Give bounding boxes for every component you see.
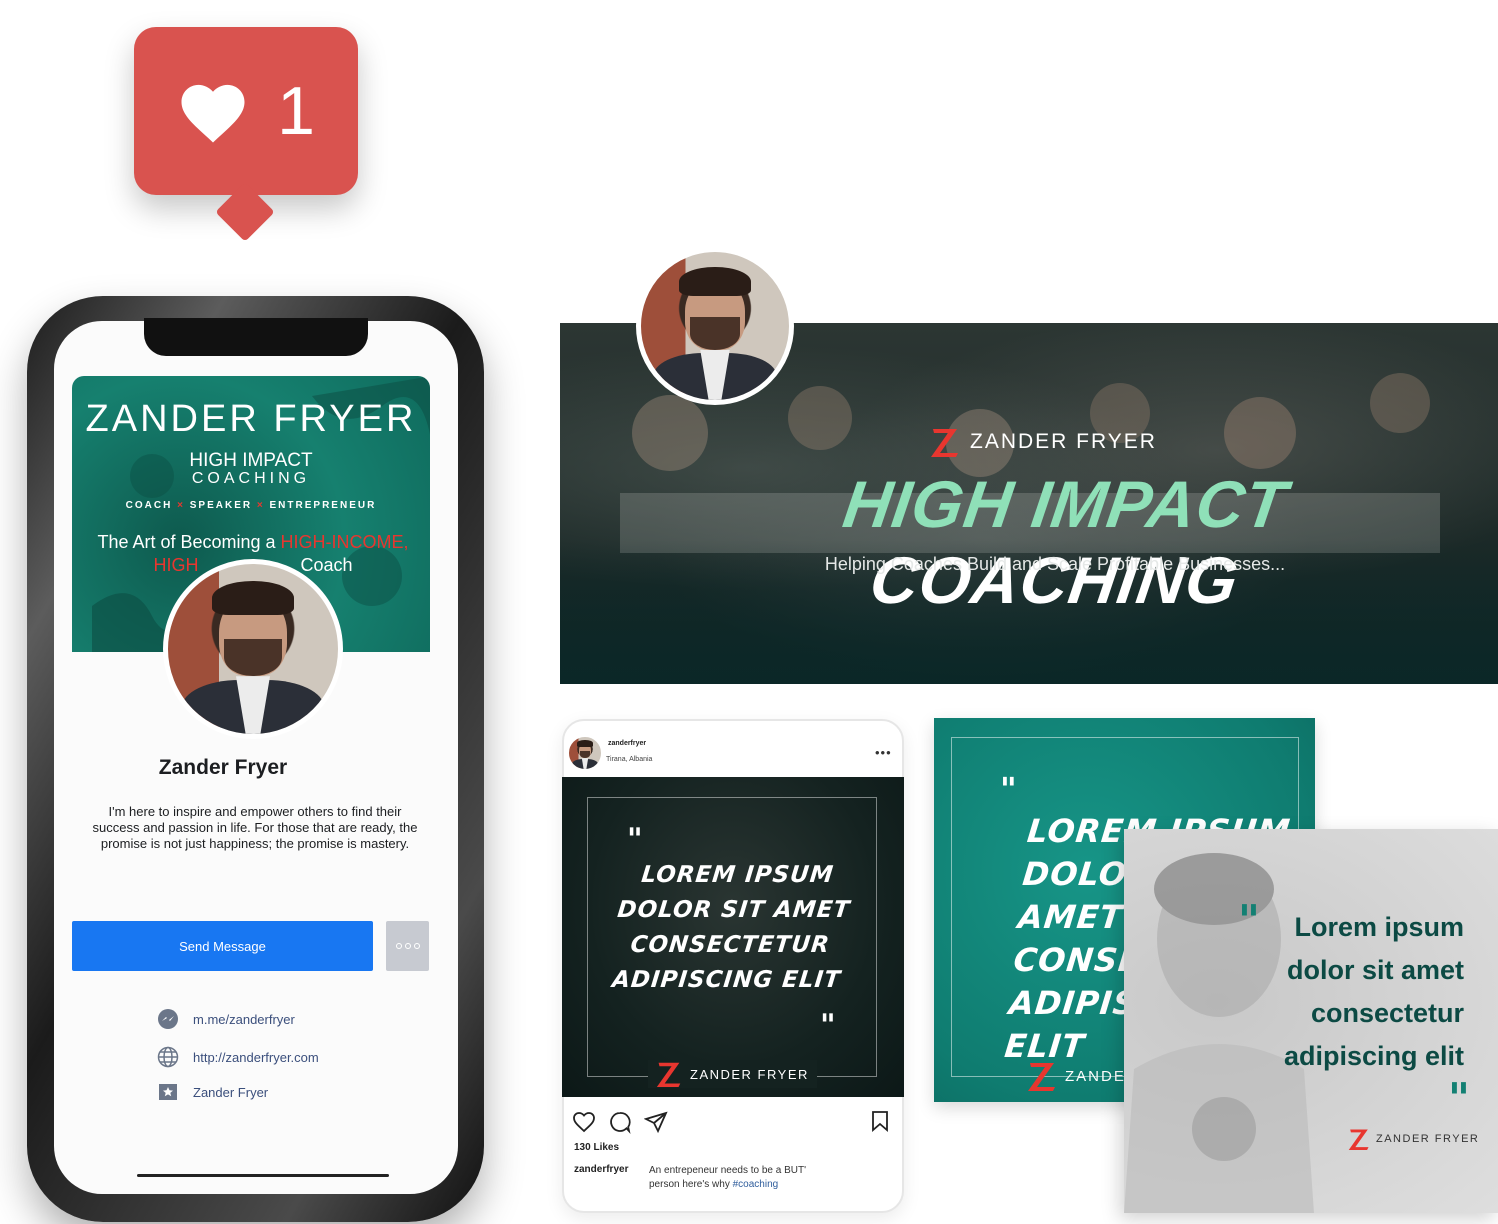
home-indicator (137, 1174, 389, 1177)
more-dot-icon (413, 943, 420, 949)
cover-tagline-highlight: HIGH-INCOME, (280, 532, 409, 552)
instagram-actions (572, 1109, 668, 1135)
z-logo-icon (656, 1062, 681, 1087)
like-notification-bubble: 1 (134, 27, 358, 195)
cover-program-line1: HIGH IMPACT (189, 450, 313, 471)
phone-notch (144, 318, 368, 356)
instagram-post-brand: ZANDER FRYER (648, 1060, 817, 1088)
open-quote-icon: " (627, 822, 643, 857)
cover-tagline-prefix: The Art of Becoming a (97, 532, 281, 552)
cover-tagline-line2-suffix: Coach (300, 555, 353, 575)
cover-tagline-line2-highlight: HIGH (153, 555, 199, 575)
instagram-more-icon[interactable]: ••• (875, 745, 892, 760)
banner-title: HIGH IMPACT COACHING (689, 466, 1430, 618)
instagram-quote-text: LOREM IPSUM DOLOR SIT AMET CONSECTETUR A… (610, 862, 852, 993)
bookmark-icon[interactable] (870, 1110, 890, 1132)
website-link-text[interactable]: http://zanderfryer.com (193, 1050, 319, 1065)
banner-title-highlight: HIGH IMPACT (838, 467, 1292, 541)
cover-role-coach: COACH (125, 500, 173, 511)
messenger-link[interactable]: m.me/zanderfryer (157, 1008, 295, 1030)
instagram-avatar[interactable] (567, 735, 603, 771)
open-quote-icon: " (1000, 770, 1017, 808)
cover-role-speaker: SPEAKER (189, 500, 253, 511)
close-quote-icon: " (820, 1008, 836, 1043)
gray-card-brand: ZANDER FRYER (1348, 1127, 1479, 1151)
profile-avatar[interactable] (163, 559, 343, 739)
more-dot-icon (395, 943, 402, 949)
instagram-brand-text: ZANDER FRYER (690, 1066, 809, 1082)
gray-quote-text: Lorem ipsum dolor sit amet consectetur a… (1283, 912, 1464, 1071)
banner-brand-text: ZANDER FRYER (970, 430, 1157, 453)
banner-brand: ZANDER FRYER (930, 422, 1157, 462)
like-heart-icon[interactable] (572, 1111, 596, 1133)
instagram-location[interactable]: Tirana, Albania (606, 756, 652, 763)
instagram-caption-text: An entrepeneur needs to be a BUT' person… (649, 1164, 839, 1192)
cover-roles: COACH × SPEAKER × ENTREPRENEUR (125, 500, 377, 511)
instagram-likes-count[interactable]: 130 Likes (574, 1142, 619, 1153)
profile-bio: I'm here to inspire and empower others t… (92, 804, 418, 851)
z-logo-icon (1028, 1063, 1055, 1091)
page-link-text[interactable]: Zander Fryer (193, 1085, 268, 1100)
gray-brand-text: ZANDER FRYER (1376, 1133, 1480, 1145)
close-quote-icon: " (1448, 1074, 1470, 1123)
more-options-button[interactable] (386, 921, 429, 971)
messenger-link-text[interactable]: m.me/zanderfryer (193, 1012, 295, 1027)
banner-subtitle: Helping Coaches Build and Scale Profitab… (824, 554, 1286, 574)
profile-name: Zander Fryer (158, 756, 288, 779)
website-link[interactable]: http://zanderfryer.com (157, 1046, 319, 1068)
send-message-button[interactable]: Send Message (72, 921, 373, 971)
share-icon[interactable] (644, 1110, 668, 1134)
page-link[interactable]: Zander Fryer (157, 1081, 268, 1103)
cover-program-name: HIGH IMPACT COACHING (72, 450, 430, 488)
cover-role-entrepreneur: ENTREPRENEUR (269, 500, 377, 511)
more-dot-icon (404, 943, 411, 949)
like-count: 1 (277, 73, 315, 149)
z-logo-icon (1348, 1129, 1369, 1150)
caption-hashtag[interactable]: #coaching (733, 1179, 779, 1190)
cover-program-line2: COACHING (191, 470, 311, 487)
z-logo-icon (931, 429, 958, 457)
comment-icon[interactable] (608, 1110, 632, 1134)
heart-icon (181, 84, 245, 143)
star-page-icon (157, 1081, 179, 1103)
instagram-caption-user[interactable]: zanderfryer (574, 1164, 628, 1175)
globe-icon (157, 1046, 179, 1068)
instagram-username[interactable]: zanderfryer (608, 740, 646, 747)
caption-body: An entrepeneur needs to be a BUT' person… (649, 1165, 807, 1190)
banner-avatar[interactable] (636, 247, 794, 405)
cover-title: ZANDER FRYER (85, 398, 417, 440)
messenger-icon (157, 1008, 179, 1030)
